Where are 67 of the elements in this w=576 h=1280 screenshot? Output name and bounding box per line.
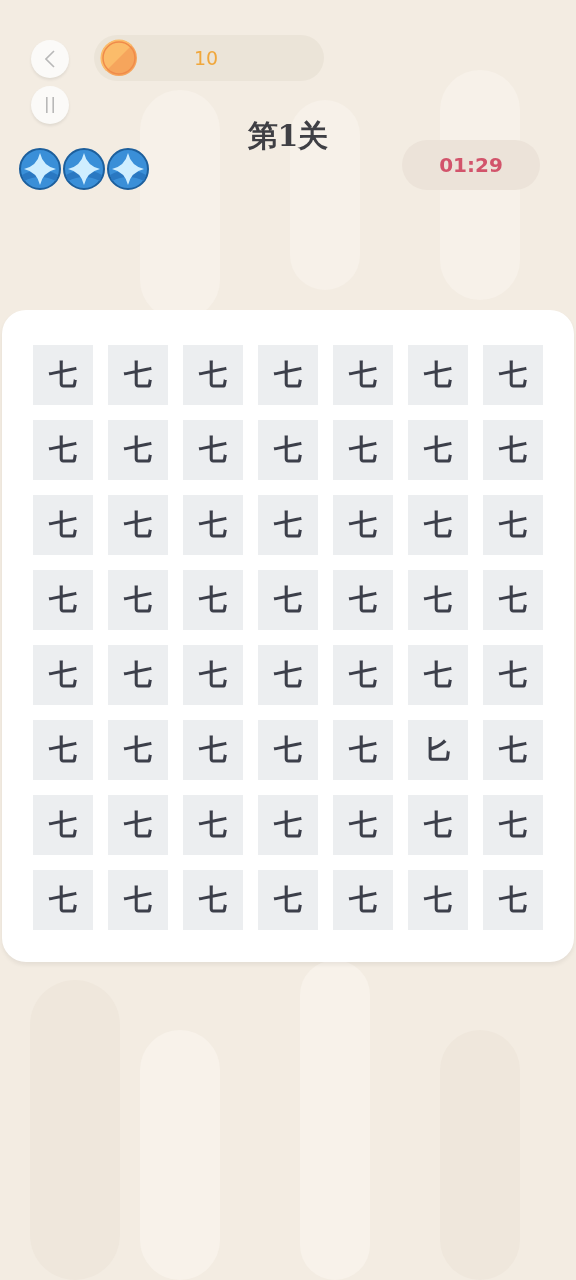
character-tile[interactable]: 七 (258, 495, 318, 555)
character-tile[interactable]: 七 (333, 495, 393, 555)
character-tile[interactable]: 七 (258, 420, 318, 480)
character-tile[interactable]: 七 (258, 870, 318, 930)
pause-button[interactable] (31, 86, 69, 124)
character-tile[interactable]: 七 (333, 645, 393, 705)
character-tile[interactable]: 七 (258, 570, 318, 630)
back-button[interactable] (31, 40, 69, 78)
character-tile[interactable]: 七 (258, 720, 318, 780)
character-tile[interactable]: 七 (183, 870, 243, 930)
character-tile[interactable]: 七 (108, 345, 168, 405)
character-tile[interactable]: 七 (408, 795, 468, 855)
character-tile[interactable]: 七 (33, 645, 93, 705)
character-tile[interactable]: 七 (183, 720, 243, 780)
timer: 01:29 (402, 140, 540, 190)
character-tile[interactable]: 七 (483, 645, 543, 705)
gem-icon (62, 147, 106, 191)
character-tile[interactable]: 七 (258, 345, 318, 405)
character-tile[interactable]: 七 (483, 720, 543, 780)
character-tile[interactable]: 七 (333, 345, 393, 405)
character-tile[interactable]: 七 (258, 645, 318, 705)
character-tile[interactable]: 七 (408, 420, 468, 480)
character-tile[interactable]: 七 (408, 345, 468, 405)
gem-icon (18, 147, 62, 191)
character-tile[interactable]: 七 (408, 495, 468, 555)
character-tile[interactable]: 七 (483, 420, 543, 480)
pause-icon (45, 97, 55, 113)
character-tile[interactable]: 七 (483, 570, 543, 630)
character-tile[interactable]: 七 (333, 720, 393, 780)
character-tile[interactable]: 七 (183, 495, 243, 555)
character-tile[interactable]: 七 (333, 570, 393, 630)
character-tile[interactable]: 七 (183, 345, 243, 405)
character-tile[interactable]: 七 (33, 345, 93, 405)
character-tile[interactable]: 七 (33, 420, 93, 480)
gem-icon (106, 147, 150, 191)
character-tile[interactable]: 七 (108, 720, 168, 780)
character-tile[interactable]: 七 (333, 420, 393, 480)
character-tile[interactable]: 匕 (408, 720, 468, 780)
coin-icon (100, 39, 138, 77)
character-tile[interactable]: 七 (33, 720, 93, 780)
character-tile[interactable]: 七 (483, 495, 543, 555)
character-tile[interactable]: 七 (483, 345, 543, 405)
character-tile[interactable]: 七 (33, 870, 93, 930)
character-tile[interactable]: 七 (33, 495, 93, 555)
character-tile[interactable]: 七 (33, 795, 93, 855)
character-tile[interactable]: 七 (333, 795, 393, 855)
character-tile[interactable]: 七 (258, 795, 318, 855)
character-tile[interactable]: 七 (408, 645, 468, 705)
character-tile[interactable]: 七 (108, 645, 168, 705)
character-tile[interactable]: 七 (408, 570, 468, 630)
character-tile[interactable]: 七 (108, 570, 168, 630)
character-tile[interactable]: 七 (483, 870, 543, 930)
character-tile[interactable]: 七 (108, 870, 168, 930)
character-tile[interactable]: 七 (183, 420, 243, 480)
character-tile[interactable]: 七 (108, 795, 168, 855)
back-icon (45, 50, 55, 68)
character-tile[interactable]: 七 (333, 870, 393, 930)
character-tile[interactable]: 七 (483, 795, 543, 855)
coin-count: 10 (194, 47, 219, 69)
character-tile[interactable]: 七 (33, 570, 93, 630)
character-tile[interactable]: 七 (183, 795, 243, 855)
level-title: 第1关 (247, 117, 329, 155)
character-tile[interactable]: 七 (183, 645, 243, 705)
character-tile[interactable]: 七 (108, 420, 168, 480)
character-tile[interactable]: 七 (183, 570, 243, 630)
character-tile[interactable]: 七 (108, 495, 168, 555)
character-tile[interactable]: 七 (408, 870, 468, 930)
